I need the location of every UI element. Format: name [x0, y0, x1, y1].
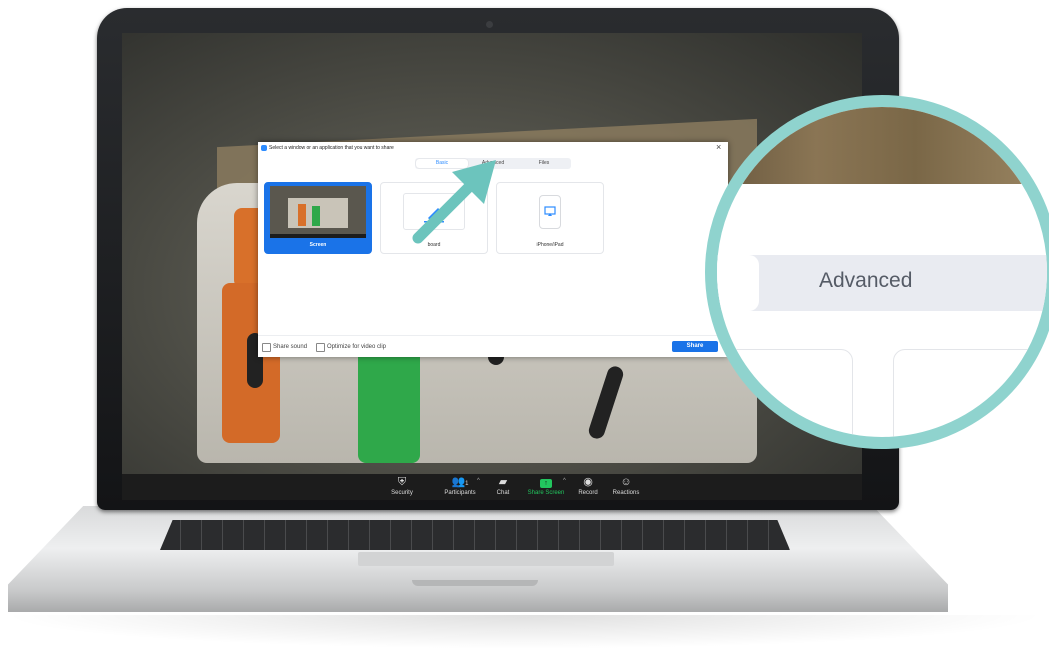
magnified-tab-advanced: Advanced [819, 269, 913, 292]
iphone-icon [539, 195, 561, 229]
magnified-video [717, 107, 1047, 184]
tab-files[interactable]: Files [518, 159, 570, 168]
dialog-footer: Share sound Optimize for video clip Shar… [258, 335, 728, 358]
share-button[interactable]: Share [672, 341, 718, 352]
laptop-shadow [0, 615, 1049, 649]
share-option-iphone-ipad[interactable]: iPhone/iPad [496, 182, 604, 254]
laptop-keyboard [160, 520, 790, 550]
share-option-screen[interactable]: Screen [264, 182, 372, 254]
laptop-notch [412, 580, 538, 586]
callout-arrow-icon [412, 160, 496, 244]
security-button[interactable]: ⛨ Security [374, 476, 430, 497]
magnified-tab-basic [717, 255, 759, 311]
share-sound-label: Share sound [273, 344, 308, 350]
optimize-video-label: Optimize for video clip [327, 344, 387, 350]
share-sound-checkbox[interactable] [262, 343, 271, 352]
screen-thumbnail [270, 186, 366, 238]
magnified-tile [893, 349, 1047, 437]
zoom-logo-icon [261, 145, 267, 151]
tile-label: Screen [309, 242, 327, 248]
magnified-tile [717, 349, 853, 437]
dialog-title: Select a window or an application that y… [269, 145, 394, 151]
participant-count: 1 [465, 481, 469, 487]
webcam [486, 21, 493, 28]
reactions-icon: ☺ [620, 476, 632, 488]
tile-label: iPhone/iPad [536, 242, 564, 248]
meeting-toolbar: ⛨ Security 👥1 Participants ^ ▰ Chat ↑ Sh… [122, 474, 862, 500]
reactions-button[interactable]: ☺ Reactions [598, 476, 654, 497]
shield-icon: ⛨ [397, 476, 407, 488]
optimize-video-checkbox[interactable] [316, 343, 325, 352]
magnifier-callout: Advanced [705, 95, 1049, 449]
laptop-trackpad [358, 552, 614, 566]
